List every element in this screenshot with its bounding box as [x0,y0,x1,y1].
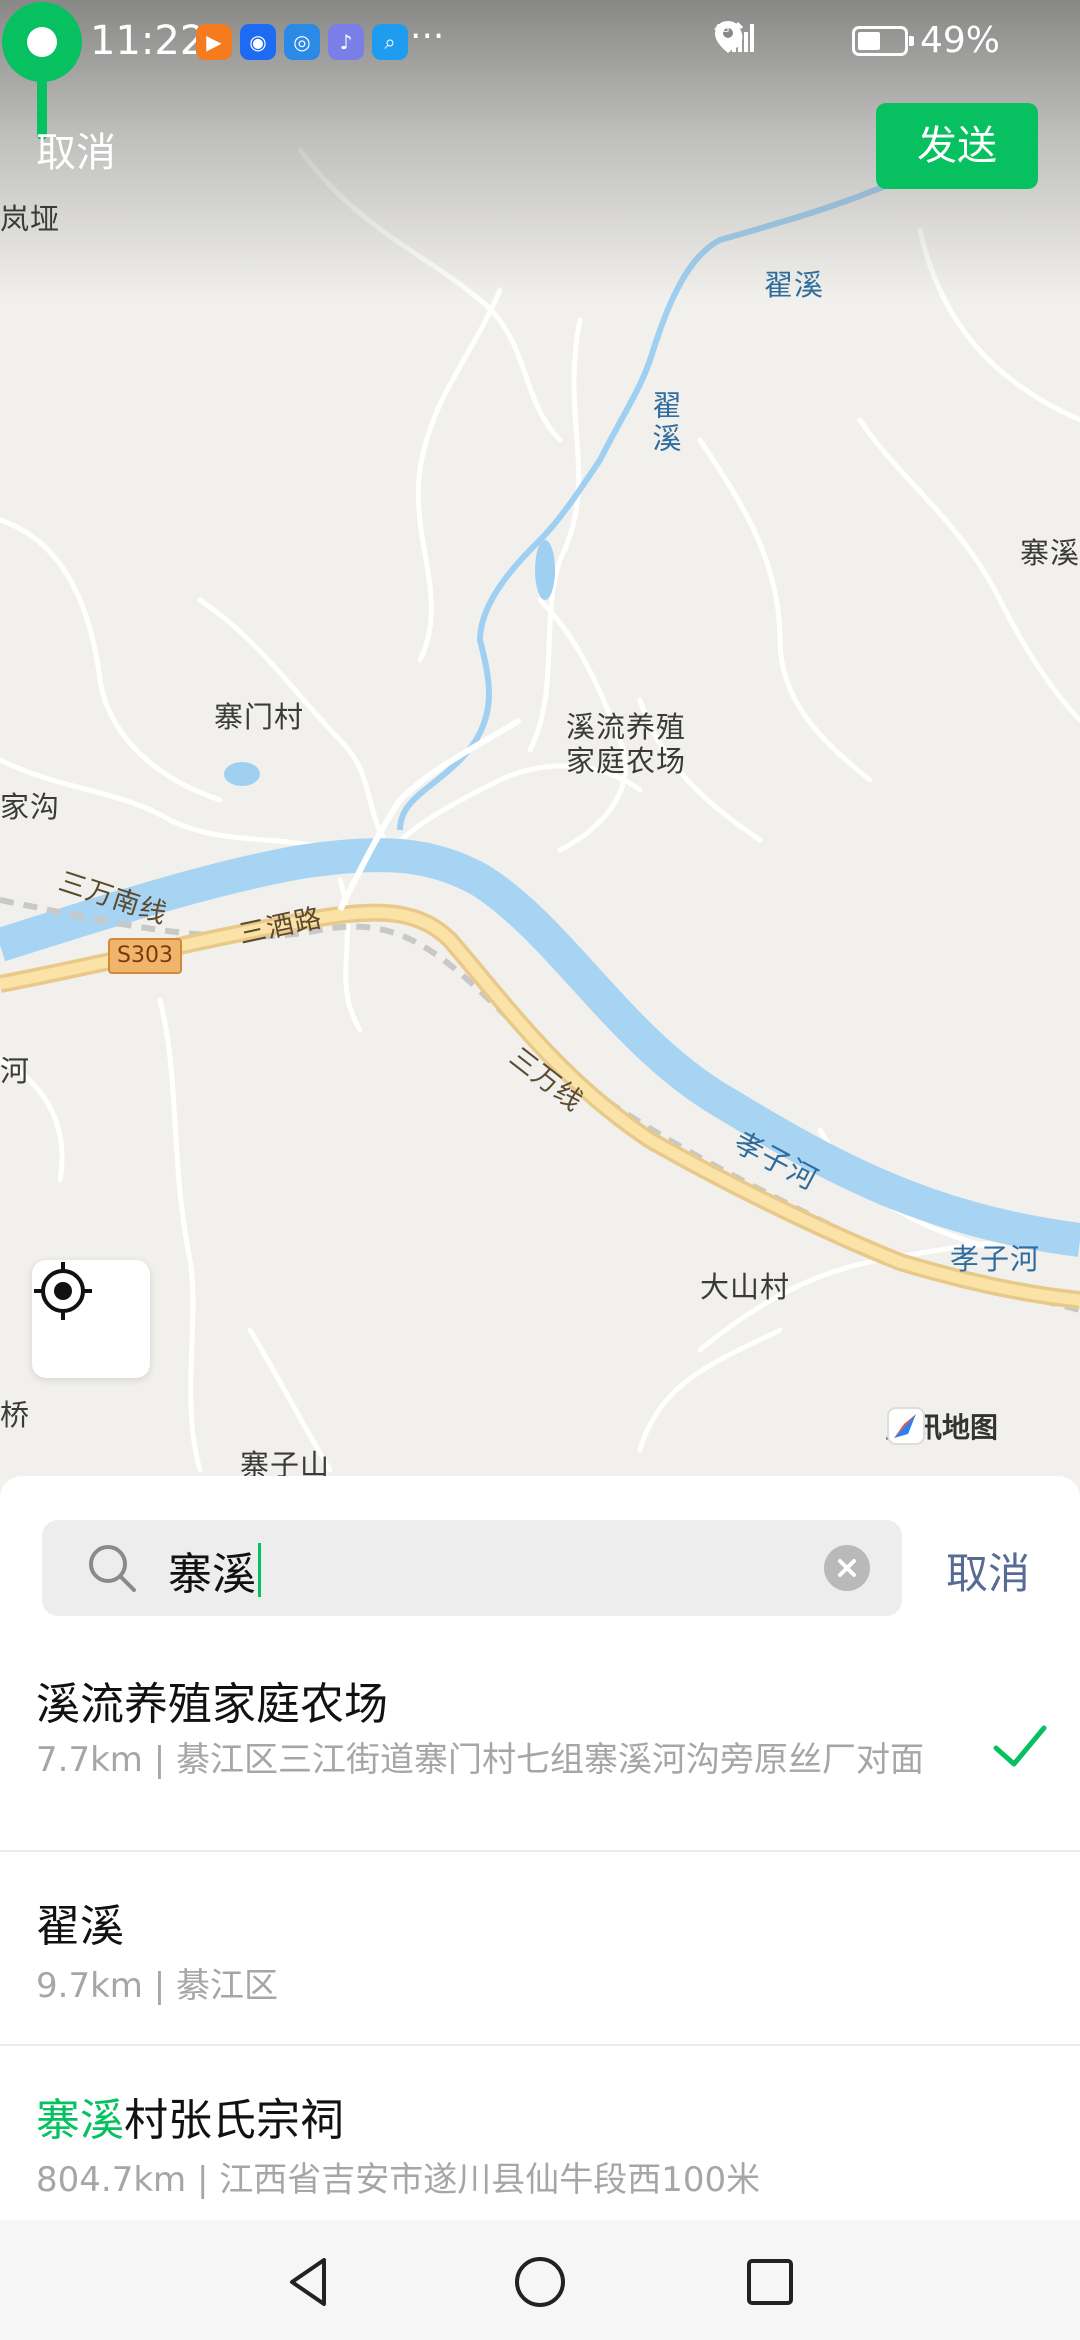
map-label-zhaizi-mountain: 寨子山 [240,1448,331,1480]
search-icon [89,1545,136,1592]
result-item-3[interactable]: 寨溪村张氏宗祠 804.7km | 江西省吉安市遂川县仙牛段西100米 [0,2044,1080,2220]
search-panel: 寨溪 取消 溪流养殖家庭农场 7.7km | 綦江区三江街道寨门村七组寨溪河沟旁… [0,1476,1080,2220]
search-query: 寨溪 [168,1549,256,1600]
more-notifications-icon: ··· [410,16,445,57]
browser-app-icon: ◎ [284,24,320,60]
map-label-dashan-village: 大山村 [700,1270,791,1304]
battery-percent: 49% [919,20,1000,61]
status-right: 4G 49% [714,20,1000,61]
clear-search-icon[interactable] [824,1545,870,1591]
result-title: 寨溪村张氏宗祠 [36,2084,344,2148]
back-icon[interactable] [280,2252,340,2312]
result-item-2[interactable]: 翟溪 9.7km | 綦江区 [0,1850,1080,2046]
text-caret [258,1543,261,1597]
checkmark-icon [993,1725,1047,1767]
map-label-he: 河 [0,1054,31,1088]
search-app-icon: ⌕ [372,24,408,60]
s303-shield: S303 [108,938,182,974]
recent-apps-icon[interactable] [740,2252,800,2312]
map-label-zhaimen-village: 寨门村 [214,700,305,734]
map-label-xiaozi-right: 孝子河 [950,1242,1041,1276]
status-time: 11:22 [90,18,206,64]
tencent-map-logo-icon [887,1407,925,1445]
battery-icon [851,25,914,56]
svg-text:4G: 4G [714,22,730,35]
tencent-map-logo: 腾讯地图 [886,1406,998,1446]
status-bar: 11:22 ▶ ◉ ◎ ♪ ⌕ ··· 4G 49% [0,0,1080,84]
map-label-jiagou: 家沟 [0,790,61,824]
search-input[interactable]: 寨溪 [168,1538,261,1602]
map-label-zhaixi-right: 寨溪 [1020,536,1080,570]
result-item-1[interactable]: 溪流养殖家庭农场 7.7km | 綦江区三江街道寨门村七组寨溪河沟旁原丝厂对面 [0,1648,1080,1852]
result-subtitle: 804.7km | 江西省吉安市遂川县仙牛段西100米 [36,2160,761,2200]
bulb-app-icon: ◉ [240,24,276,60]
video-app-icon: ▶ [196,24,232,60]
crosshair-icon [34,1262,92,1320]
result-title: 溪流养殖家庭农场 [36,1679,388,1730]
result-title: 翟溪 [36,1901,124,1952]
locate-me-button[interactable] [32,1260,150,1378]
map-label-zhaixi-river: 翟溪 [764,268,825,302]
result-subtitle: 7.7km | 綦江区三江街道寨门村七组寨溪河沟旁原丝厂对面 [36,1740,924,1780]
system-nav-bar [0,2220,1080,2340]
search-row: 寨溪 取消 [42,1520,1042,1616]
map-label-zhaixi-vertical: 翟溪 [648,390,682,456]
home-icon[interactable] [510,2252,570,2312]
map-label-qiao: 桥 [0,1398,31,1432]
result-title-rest: 村张氏宗祠 [124,2095,344,2146]
signal-icon: 4G [714,22,840,58]
map-label-lanya: 岚垭 [0,202,61,236]
result-subtitle: 9.7km | 綦江区 [36,1966,278,2006]
music-app-icon: ♪ [328,24,364,60]
location-status-icon [714,21,794,58]
search-box[interactable]: 寨溪 [42,1520,902,1616]
map-view[interactable]: 岚垭 翟溪 翟溪 寨溪 寨门村 家沟 溪流养殖 家庭农场 三万南线 三酒路 S3… [0,0,1080,1480]
map-label-pin-line2: 家庭农场 [566,744,687,778]
result-title-highlight: 寨溪 [36,2095,124,2146]
notification-app-icons: ▶ ◉ ◎ ♪ ⌕ [196,24,408,60]
send-button[interactable]: 发送 [876,103,1038,189]
search-cancel-button[interactable]: 取消 [946,1540,1030,1601]
cancel-button[interactable]: 取消 [36,120,116,178]
